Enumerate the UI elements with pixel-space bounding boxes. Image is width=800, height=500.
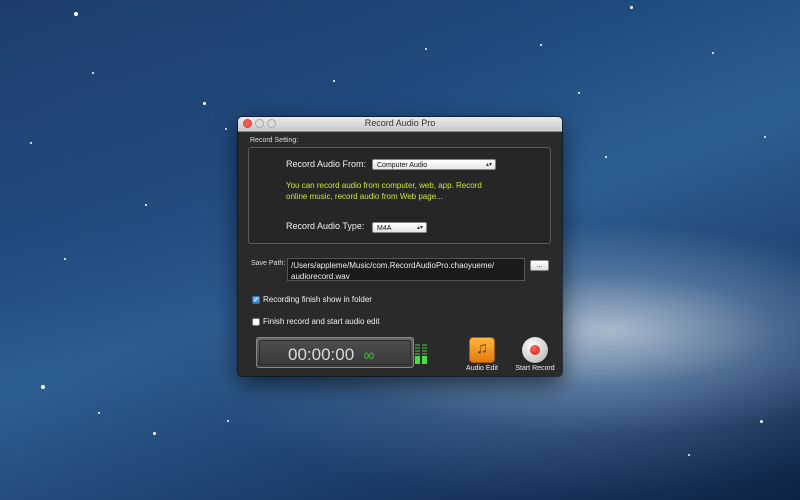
record-type-value: M4A — [377, 225, 392, 232]
browse-button[interactable]: ... — [530, 260, 549, 271]
record-setting-label: Record Setting: — [250, 137, 299, 144]
select-arrows-icon: ▴▾ — [485, 162, 492, 168]
start-audio-edit-label[interactable]: Finish record and start audio edit — [263, 317, 380, 326]
window-title: Record Audio Pro — [364, 118, 436, 128]
record-from-label: Record Audio From: — [286, 159, 367, 169]
source-hint-line-2: online music, record audio from Web page… — [286, 192, 443, 201]
elapsed-time: 00:00:00 — [288, 345, 355, 364]
record-from-select[interactable]: Computer Audio ▴▾ — [372, 159, 496, 170]
start-record-label: Start Record — [515, 365, 555, 372]
audio-edit-button[interactable]: ♫ Audio Edit — [462, 337, 502, 372]
level-meter-right — [422, 343, 427, 364]
show-in-folder-checkbox[interactable] — [252, 295, 260, 304]
show-in-folder-label[interactable]: Recording finish show in folder — [263, 295, 372, 304]
source-hint-line-1: You can record audio from computer, web,… — [286, 181, 482, 190]
timer-display: 00:00:00 00 — [259, 340, 427, 365]
record-setting-group: Record Audio From: Computer Audio ▴▾ You… — [248, 147, 551, 244]
select-arrows-icon: ▴▾ — [416, 225, 423, 231]
record-type-select[interactable]: M4A ▴▾ — [372, 222, 427, 233]
elapsed-frames: 00 — [364, 351, 375, 361]
record-audio-pro-window: Record Audio Pro Record Setting: Record … — [238, 117, 562, 376]
record-type-label: Record Audio Type: — [286, 221, 365, 231]
titlebar[interactable]: Record Audio Pro — [238, 117, 562, 132]
audio-edit-label: Audio Edit — [466, 365, 498, 372]
record-from-value: Computer Audio — [377, 162, 428, 169]
music-note-icon: ♫ — [469, 337, 495, 363]
save-path-field[interactable]: /Users/appleme/Music/com.RecordAudioPro.… — [287, 258, 525, 281]
level-meter-left — [415, 343, 420, 364]
save-path-line-1: /Users/appleme/Music/com.RecordAudioPro.… — [291, 261, 495, 270]
start-record-button[interactable]: Start Record — [512, 337, 558, 372]
save-path-line-2: audiorecord.wav — [291, 272, 350, 281]
save-path-label: Save Path: — [251, 260, 286, 267]
record-icon — [522, 337, 548, 363]
start-audio-edit-checkbox[interactable] — [252, 318, 260, 326]
timer-panel: 00:00:00 00 — [256, 337, 427, 368]
